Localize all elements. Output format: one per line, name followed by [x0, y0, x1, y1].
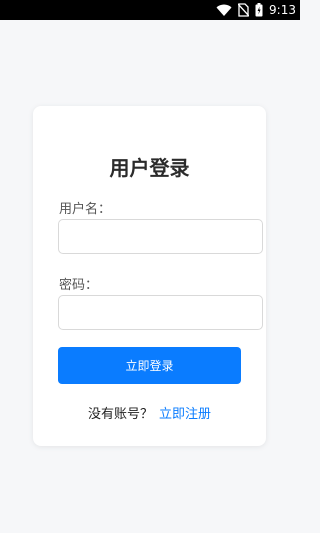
- wifi-icon: [216, 4, 232, 17]
- no-sim-icon: [238, 3, 250, 17]
- status-icons: 9:13: [216, 2, 296, 18]
- battery-charging-icon: [255, 3, 263, 17]
- status-bar: 9:13: [0, 0, 300, 20]
- login-button[interactable]: 立即登录: [58, 347, 241, 384]
- page-title: 用户登录: [109, 156, 190, 180]
- register-row: 没有账号？ 立即注册: [33, 403, 266, 422]
- username-field[interactable]: [58, 219, 263, 254]
- status-clock: 9:13: [269, 3, 296, 17]
- username-label: 用户名：: [59, 202, 112, 217]
- login-card: 用户登录 用户名： 密码： 立即登录 没有账号？ 立即注册: [33, 106, 266, 446]
- no-account-text: 没有账号？: [87, 407, 153, 422]
- password-label: 密码：: [59, 278, 99, 293]
- register-link[interactable]: 立即注册: [159, 407, 211, 422]
- password-field[interactable]: [58, 295, 263, 330]
